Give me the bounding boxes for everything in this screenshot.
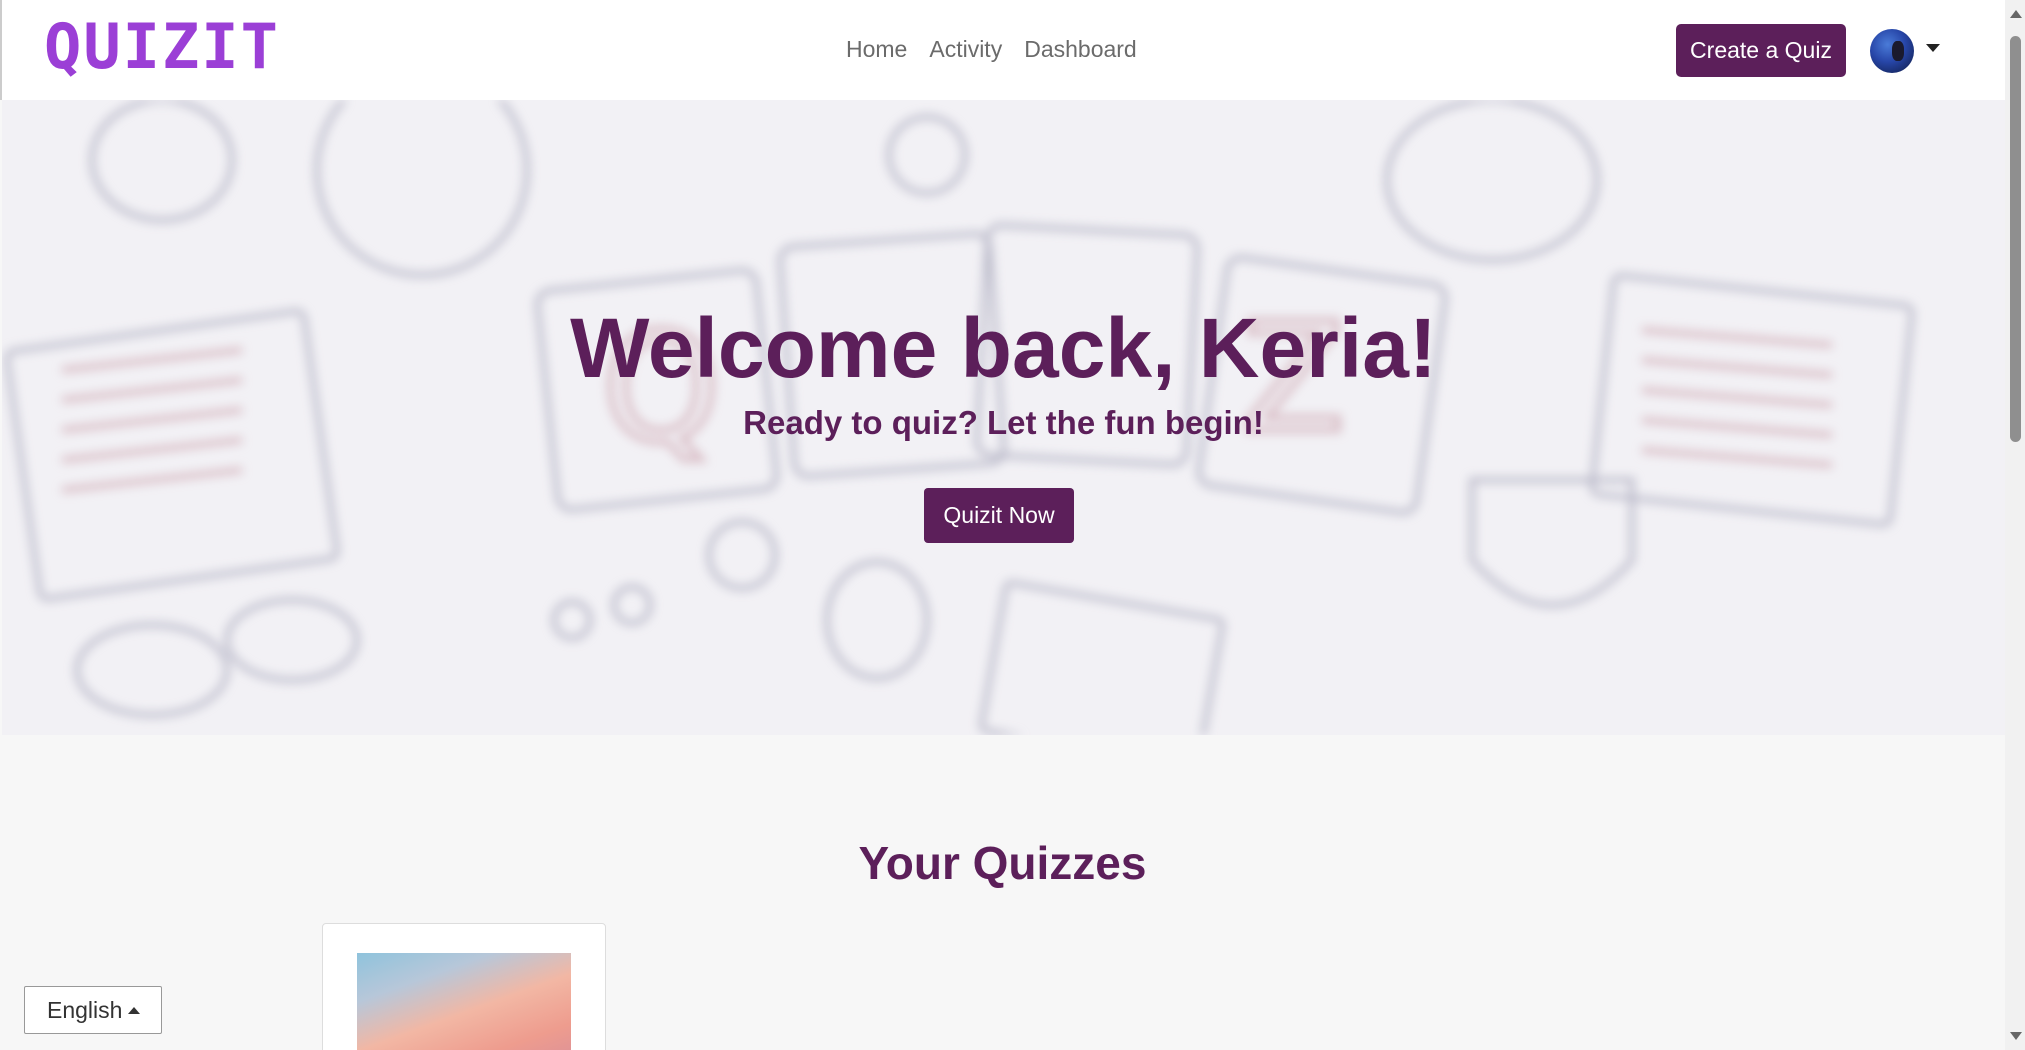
- scrollbar-thumb[interactable]: [2010, 36, 2021, 442]
- welcome-heading: Welcome back, Keria!: [570, 301, 1437, 395]
- welcome-subtitle: Ready to quiz? Let the fun begin!: [743, 404, 1264, 441]
- logo[interactable]: QUIZIT: [44, 10, 280, 83]
- navbar: QUIZIT Home Activity Dashboard Create a …: [0, 0, 2005, 100]
- nav-dashboard-link[interactable]: Dashboard: [1024, 36, 1137, 63]
- quizit-now-button[interactable]: Quizit Now: [924, 488, 1074, 543]
- your-quizzes-heading: Your Quizzes: [858, 837, 1147, 889]
- vertical-scrollbar[interactable]: [2005, 0, 2025, 1050]
- language-label: English: [47, 996, 123, 1023]
- avatar[interactable]: [1870, 29, 1914, 73]
- quiz-thumbnail-image[interactable]: [357, 953, 571, 1050]
- nav-activity-link[interactable]: Activity: [929, 36, 1002, 63]
- nav-home-link[interactable]: Home: [846, 36, 907, 63]
- scroll-up-icon[interactable]: [2010, 10, 2022, 18]
- nav-links: Home Activity Dashboard: [846, 36, 1137, 63]
- quiz-card[interactable]: [322, 923, 606, 1050]
- hero-content: Welcome back, Keria! Ready to quiz? Let …: [2, 100, 2005, 735]
- scroll-down-icon[interactable]: [2010, 1032, 2022, 1040]
- caret-up-icon: [128, 1006, 141, 1014]
- hero-banner: Q Z Welcome back, Keria! Ready to quiz? …: [2, 100, 2005, 735]
- chevron-down-icon[interactable]: [1926, 44, 1940, 52]
- create-quiz-button[interactable]: Create a Quiz: [1676, 24, 1846, 77]
- language-selector[interactable]: English: [24, 986, 162, 1034]
